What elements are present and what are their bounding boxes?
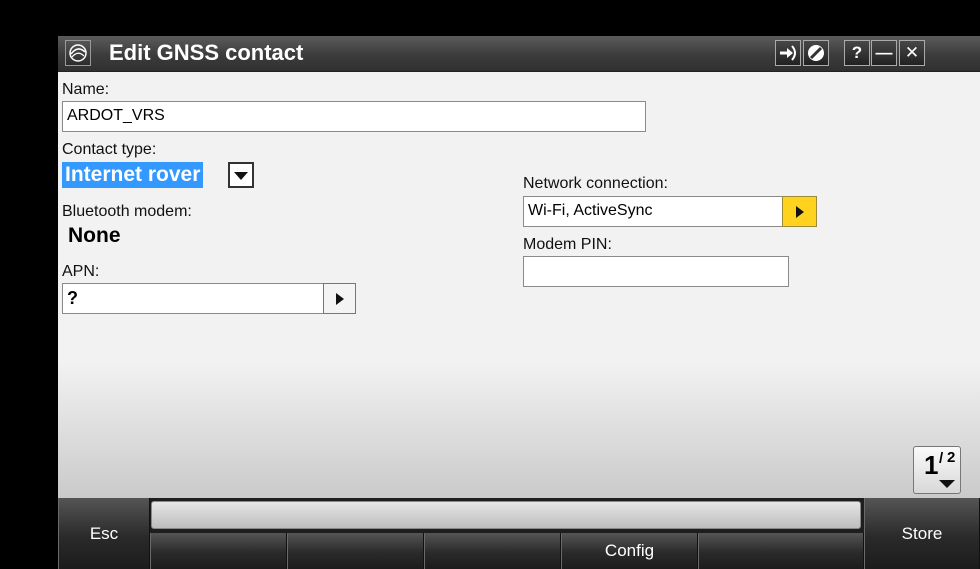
close-button[interactable]: ✕ xyxy=(899,40,925,66)
softkey-empty-3[interactable] xyxy=(424,533,561,569)
trimble-logo-icon[interactable] xyxy=(65,40,91,66)
screen: { "window": { "title": "Edit GNSS contac… xyxy=(0,0,980,569)
name-input[interactable]: ARDOT_VRS xyxy=(62,101,646,132)
page-current: 1 xyxy=(924,450,939,480)
network-connection-label: Network connection: xyxy=(523,175,668,192)
cancel-circle-icon[interactable] xyxy=(803,40,829,66)
softkey-bar: Esc Config Store xyxy=(58,498,980,569)
chevron-right-icon xyxy=(336,293,344,305)
minimize-button[interactable]: — xyxy=(871,40,897,66)
store-button[interactable]: Store xyxy=(864,498,980,569)
status-bar xyxy=(151,501,861,529)
name-label: Name: xyxy=(62,81,110,98)
config-button[interactable]: Config xyxy=(561,533,698,569)
title-bar: Edit GNSS contact ? — ✕ xyxy=(58,36,980,72)
help-button[interactable]: ? xyxy=(844,40,870,66)
network-connection-input[interactable]: Wi-Fi, ActiveSync xyxy=(523,196,785,227)
apn-label: APN: xyxy=(62,263,100,280)
chevron-down-icon xyxy=(939,480,955,488)
bluetooth-modem-label: Bluetooth modem: xyxy=(62,203,192,220)
softkey-empty-4[interactable] xyxy=(698,533,864,569)
contact-type-label: Contact type: xyxy=(62,141,157,158)
network-connection-arrow-button[interactable] xyxy=(782,196,817,227)
page-indicator-button[interactable]: 1 / 2 xyxy=(913,446,961,494)
modem-pin-input[interactable] xyxy=(523,256,789,287)
softkey-empty-1[interactable] xyxy=(150,533,287,569)
bluetooth-modem-value: None xyxy=(68,224,121,247)
apn-input[interactable]: ? xyxy=(62,283,327,314)
page-separator: / xyxy=(939,450,944,467)
apn-arrow-button[interactable] xyxy=(323,283,356,314)
softkey-empty-2[interactable] xyxy=(287,533,424,569)
form-area: Name: ARDOT_VRS Contact type: Internet r… xyxy=(58,72,980,498)
window-title: Edit GNSS contact xyxy=(109,40,304,65)
chevron-down-icon[interactable] xyxy=(228,162,254,188)
edit-gnss-contact-window: Edit GNSS contact ? — ✕ Name: ARDOT_VRS … xyxy=(58,36,980,569)
esc-button[interactable]: Esc xyxy=(58,498,150,569)
chevron-right-icon xyxy=(796,206,804,218)
connect-icon[interactable] xyxy=(775,40,801,66)
modem-pin-label: Modem PIN: xyxy=(523,236,612,253)
contact-type-value: Internet rover xyxy=(62,162,204,188)
page-total: 2 xyxy=(947,449,956,466)
